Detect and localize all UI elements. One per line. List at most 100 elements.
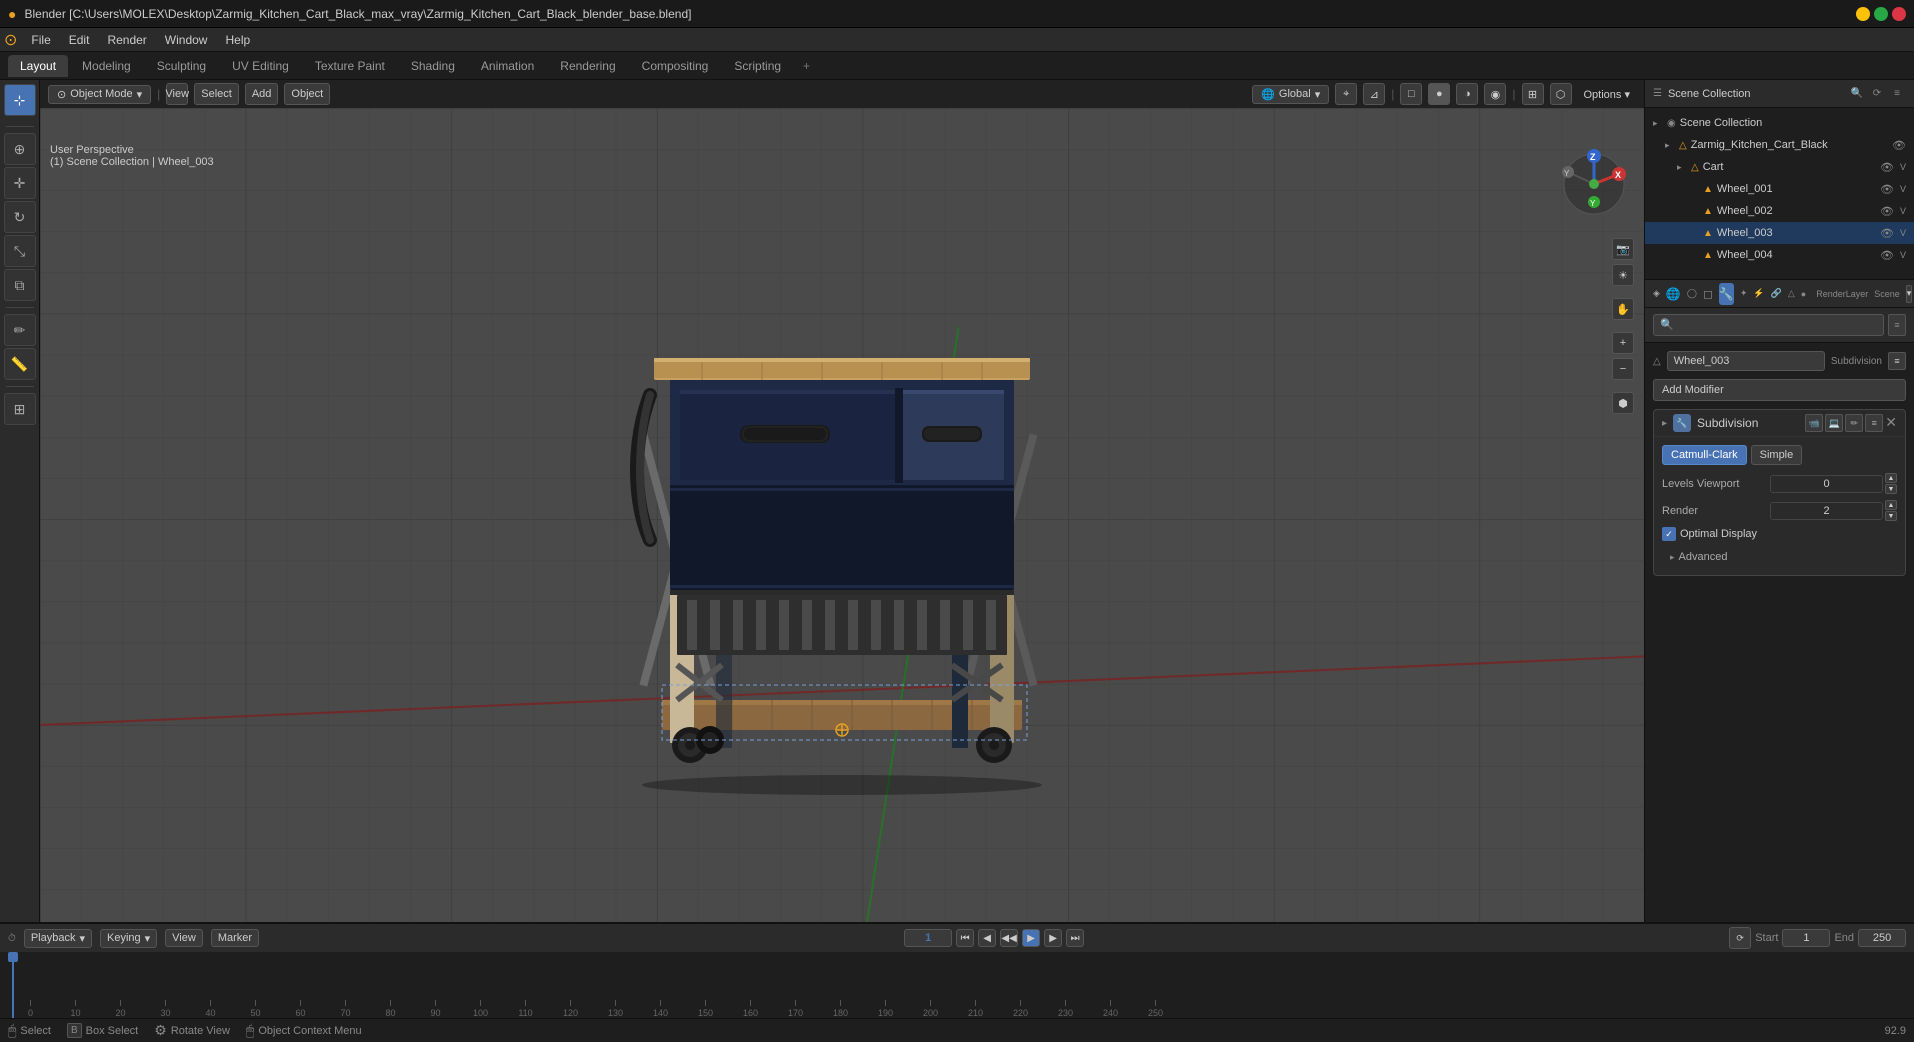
zoom-in-button[interactable]: + — [1612, 332, 1634, 354]
modifier-apply-render-button[interactable]: 📹 — [1805, 414, 1823, 432]
properties-search-input[interactable] — [1653, 314, 1884, 336]
measure-button[interactable]: 📏 — [4, 348, 36, 380]
modifier-close-button[interactable]: ✕ — [1885, 414, 1897, 432]
frame-indicator-handle[interactable] — [8, 952, 18, 962]
step-back-button[interactable]: ◀ — [978, 929, 996, 947]
material-icon[interactable]: ● — [1801, 283, 1806, 305]
outliner-settings-button[interactable]: ≡ — [1888, 85, 1906, 103]
options-button[interactable]: Options ▾ — [1578, 88, 1637, 101]
outliner-item-zarmig[interactable]: ▸ △ Zarmig_Kitchen_Cart_Black 👁 — [1645, 134, 1914, 156]
outliner-item-scene-collection[interactable]: ▸ ◉ Scene Collection — [1645, 112, 1914, 134]
move-tool-button[interactable]: ✛ — [4, 167, 36, 199]
catmull-clark-button[interactable]: Catmull-Clark — [1662, 445, 1747, 465]
rotate-tool-button[interactable]: ↻ — [4, 201, 36, 233]
xray-button[interactable]: ⬡ — [1550, 83, 1572, 105]
tab-uv-editing[interactable]: UV Editing — [220, 55, 301, 77]
render-value[interactable]: 2 — [1770, 502, 1883, 520]
select-tool-button[interactable]: ⊹ — [4, 84, 36, 116]
outliner-item-wheel001[interactable]: ▲ Wheel_001 👁 V — [1645, 178, 1914, 200]
menu-help[interactable]: Help — [217, 31, 258, 49]
tab-sculpting[interactable]: Sculpting — [145, 55, 218, 77]
tab-shading[interactable]: Shading — [399, 55, 467, 77]
add-object-button[interactable]: ⊞ — [4, 393, 36, 425]
outliner-item-wheel003[interactable]: ▲ Wheel_003 👁 V — [1645, 222, 1914, 244]
outliner-filter-button[interactable]: 🔍 — [1848, 85, 1866, 103]
minimize-button[interactable] — [1856, 7, 1870, 21]
render-layer-select[interactable]: ▾ — [1906, 285, 1913, 303]
light-button[interactable]: ☀ — [1612, 264, 1634, 286]
add-modifier-button[interactable]: Add Modifier — [1653, 379, 1906, 401]
render-up-button[interactable]: ▲ — [1885, 500, 1897, 510]
camera-button[interactable]: 📷 — [1612, 238, 1634, 260]
tab-animation[interactable]: Animation — [469, 55, 546, 77]
proportional-edit-button[interactable]: ⊿ — [1363, 83, 1385, 105]
tab-scripting[interactable]: Scripting — [722, 55, 793, 77]
object-name-field[interactable]: Wheel_003 — [1667, 351, 1825, 371]
overlay-button[interactable]: ⊞ — [1522, 83, 1544, 105]
end-frame-input[interactable]: 250 — [1858, 929, 1906, 947]
jump-start-button[interactable]: ⏮ — [956, 929, 974, 947]
menu-render[interactable]: Render — [99, 31, 154, 49]
hand-navigate-button[interactable]: ✋ — [1612, 298, 1634, 320]
wheel002-visibility[interactable]: 👁 — [1880, 205, 1894, 218]
menu-window[interactable]: Window — [157, 31, 216, 49]
global-transform-button[interactable]: 🌐 Global ▾ — [1252, 85, 1329, 104]
object-options-button[interactable]: ≡ — [1888, 352, 1906, 370]
levels-vp-down-button[interactable]: ▼ — [1885, 484, 1897, 494]
modifier-expand-icon[interactable]: ▸ — [1662, 418, 1667, 429]
viewport-object-menu[interactable]: Object — [284, 83, 330, 105]
wheel001-visibility[interactable]: 👁 — [1880, 183, 1894, 196]
cursor-tool-button[interactable]: ⊕ — [4, 133, 36, 165]
tab-modeling[interactable]: Modeling — [70, 55, 143, 77]
playback-dropdown[interactable]: Playback ▾ — [24, 929, 92, 948]
levels-vp-up-button[interactable]: ▲ — [1885, 473, 1897, 483]
tab-texture-paint[interactable]: Texture Paint — [303, 55, 397, 77]
modifier-icon[interactable]: 🔧 — [1719, 283, 1734, 305]
optimal-display-checkbox[interactable]: ✓ — [1662, 527, 1676, 541]
constraints-icon[interactable]: 🔗 — [1771, 283, 1782, 305]
viewport-add-menu[interactable]: Add — [245, 83, 279, 105]
viewport[interactable]: ⊙ Object Mode ▾ | View Select Add Object… — [40, 80, 1644, 922]
play-button[interactable]: ▶ — [1022, 929, 1040, 947]
zoom-out-button[interactable]: − — [1612, 358, 1634, 380]
particles-icon[interactable]: ✦ — [1740, 283, 1748, 305]
outliner-item-wheel004[interactable]: ▲ Wheel_004 👁 V — [1645, 244, 1914, 266]
transform-tool-button[interactable]: ⧉ — [4, 269, 36, 301]
material-preview-button[interactable]: ◑ — [1456, 83, 1478, 105]
outliner-sync-button[interactable]: ⟳ — [1868, 85, 1886, 103]
modifier-expand-button[interactable]: ≡ — [1865, 414, 1883, 432]
tab-layout[interactable]: Layout — [8, 55, 68, 77]
menu-file[interactable]: File — [23, 31, 58, 49]
scene-icon[interactable]: 🌐 — [1666, 283, 1681, 305]
jump-end-button[interactable]: ⏭ — [1066, 929, 1084, 947]
cart-visibility-icon[interactable]: 👁 — [1880, 161, 1894, 174]
step-forward-button[interactable]: ▶ — [1044, 929, 1062, 947]
world-icon[interactable]: ◯ — [1687, 283, 1697, 305]
outliner-item-cart[interactable]: ▸ △ Cart 👁 V — [1645, 156, 1914, 178]
timeline-view-dropdown[interactable]: View — [165, 929, 203, 947]
outliner-item-wheel002[interactable]: ▲ Wheel_002 👁 V — [1645, 200, 1914, 222]
annotate-button[interactable]: ✏ — [4, 314, 36, 346]
modifier-apply-viewport-button[interactable]: 💻 — [1825, 414, 1843, 432]
tab-compositing[interactable]: Compositing — [630, 55, 721, 77]
modifier-apply-edit-button[interactable]: ✏ — [1845, 414, 1863, 432]
modifier-name-field[interactable]: Subdivision — [1697, 416, 1799, 430]
advanced-section[interactable]: ▸ Advanced — [1662, 547, 1897, 567]
menu-edit[interactable]: Edit — [61, 31, 98, 49]
close-button[interactable] — [1892, 7, 1906, 21]
optimal-display-checkbox-wrap[interactable]: ✓ Optimal Display — [1662, 527, 1757, 541]
levels-viewport-value[interactable]: 0 — [1770, 475, 1883, 493]
rendered-mode-button[interactable]: ◉ — [1484, 83, 1506, 105]
wheel004-visibility[interactable]: 👁 — [1880, 249, 1894, 262]
wireframe-mode-button[interactable]: □ — [1400, 83, 1422, 105]
physics-icon[interactable]: ⚡ — [1753, 283, 1764, 305]
keying-dropdown[interactable]: Keying ▾ — [100, 929, 157, 948]
properties-filter-button[interactable]: ≡ — [1888, 314, 1906, 336]
viewport-select-menu[interactable]: Select — [194, 83, 239, 105]
start-frame-input[interactable]: 1 — [1782, 929, 1830, 947]
active-tool-icon[interactable]: ◈ — [1653, 283, 1660, 305]
visibility-icon[interactable]: 👁 — [1892, 139, 1906, 152]
reverse-play-button[interactable]: ◀◀ — [1000, 929, 1018, 947]
local-view-button[interactable]: ⬢ — [1612, 392, 1634, 414]
viewport-gizmo[interactable]: X Y Z Y — [1554, 144, 1634, 224]
